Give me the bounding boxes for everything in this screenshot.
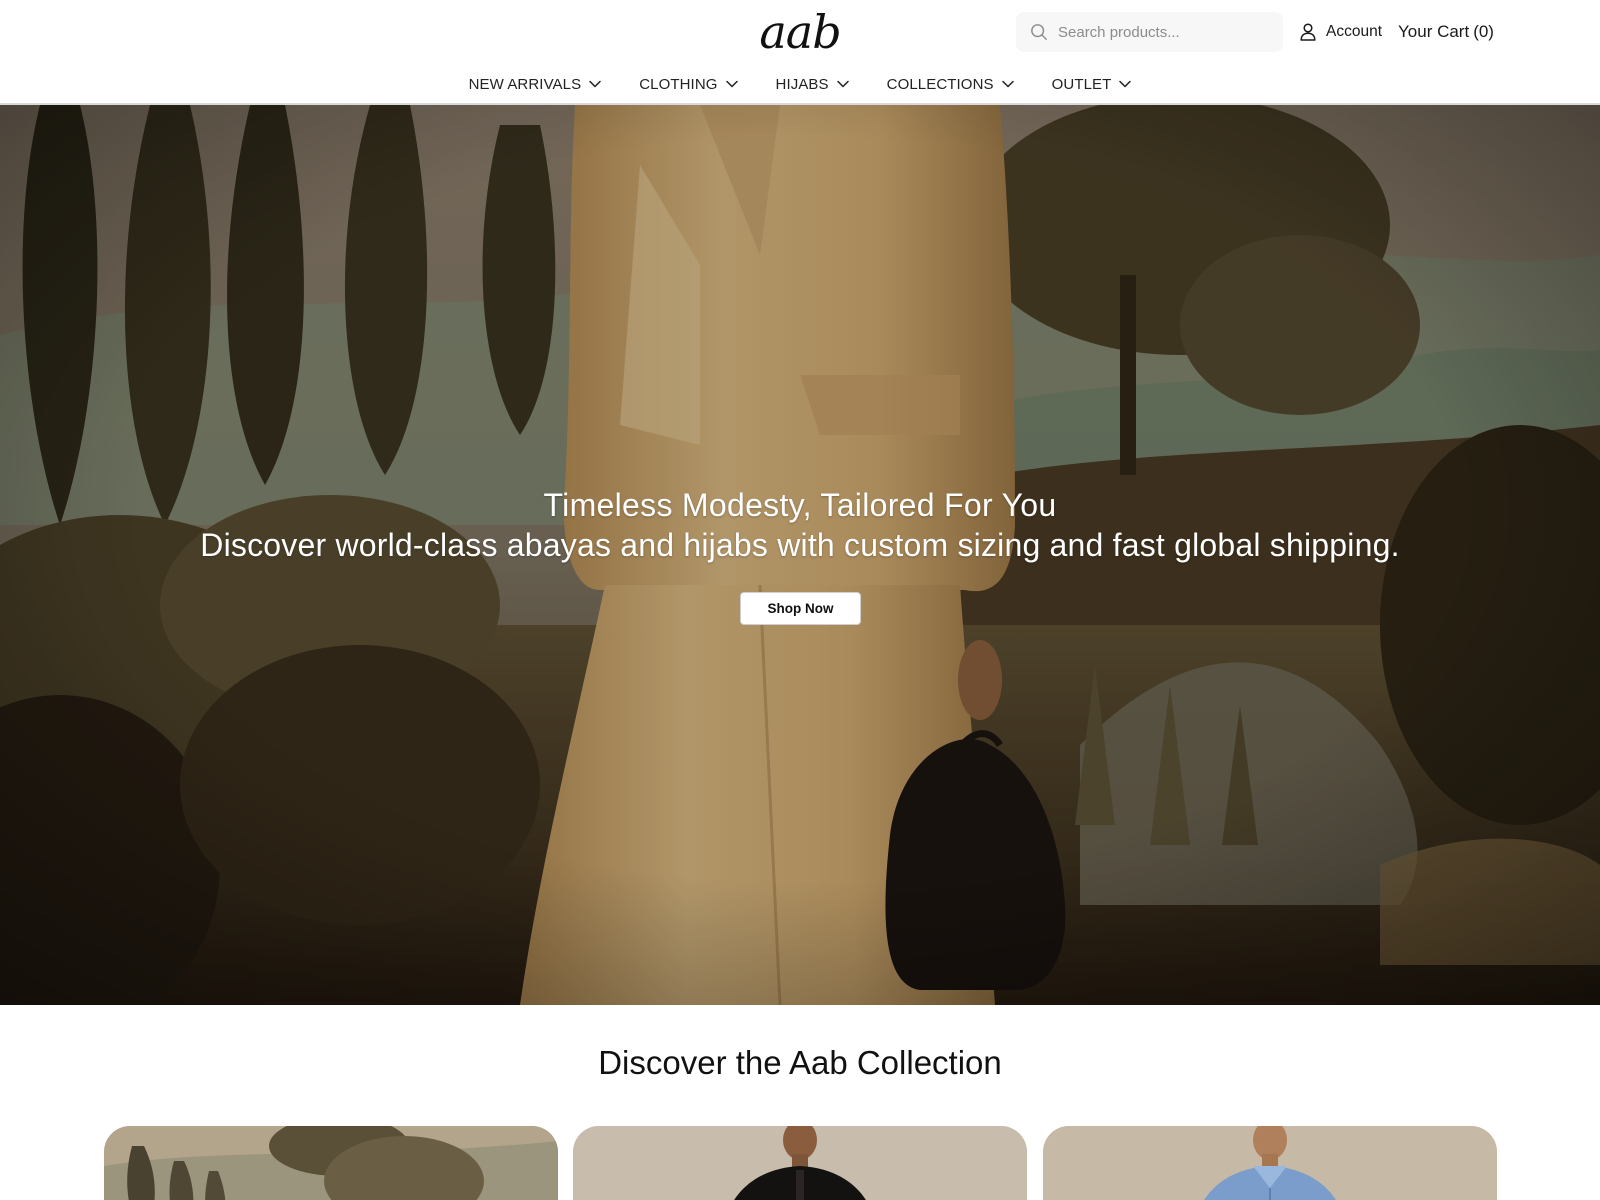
chevron-down-icon	[725, 80, 738, 88]
account-label[interactable]: Account	[1326, 23, 1382, 41]
nav-item-label[interactable]: OUTLET	[1052, 76, 1112, 93]
search-input[interactable]	[1058, 23, 1268, 41]
shop-now-button[interactable]: Shop Now	[740, 592, 861, 625]
nav-item-new-arrivals[interactable]: NEW ARRIVALS	[469, 68, 602, 100]
collection-card[interactable]	[1043, 1126, 1497, 1200]
chevron-down-icon	[836, 80, 849, 88]
main-nav: NEW ARRIVALS CLOTHING HIJABS COLLECTIONS…	[0, 68, 1600, 100]
account-link[interactable]: Account	[1300, 18, 1382, 46]
brand-logo-text[interactable]: aab	[759, 9, 841, 55]
collection-title: Discover the Aab Collection	[598, 1044, 1002, 1081]
chevron-down-icon	[589, 80, 601, 88]
chevron-down-icon	[1001, 80, 1014, 88]
collection-card[interactable]	[104, 1126, 558, 1200]
site-header: aab Account Your Cart (0) NEW ARRIVALS C…	[0, 0, 1600, 105]
collection-card[interactable]	[573, 1126, 1027, 1200]
user-icon	[1300, 23, 1316, 41]
nav-item-label[interactable]: COLLECTIONS	[887, 76, 994, 93]
collection-card-image	[1043, 1126, 1497, 1200]
hero-subtitle: Discover world-class abayas and hijabs w…	[200, 527, 1400, 563]
hero-title: Timeless Modesty, Tailored For You	[543, 487, 1057, 523]
nav-item-label[interactable]: CLOTHING	[639, 76, 717, 93]
cart-label[interactable]: Your Cart	[1398, 22, 1469, 42]
nav-item-collections[interactable]: COLLECTIONS	[887, 68, 1014, 100]
nav-item-clothing[interactable]: CLOTHING	[639, 68, 738, 100]
search-box[interactable]	[1016, 12, 1283, 52]
search-icon	[1031, 24, 1047, 40]
cart-count[interactable]: (0)	[1473, 22, 1494, 42]
chevron-down-icon	[1119, 80, 1132, 88]
collection-card-image	[104, 1126, 558, 1200]
nav-item-outlet[interactable]: OUTLET	[1052, 68, 1132, 100]
brand-logo[interactable]: aab	[740, 4, 860, 60]
nav-item-label[interactable]: HIJABS	[776, 76, 829, 93]
cart-link[interactable]: Your Cart (0)	[1398, 18, 1494, 46]
collection-card-image	[573, 1126, 1027, 1200]
nav-item-label[interactable]: NEW ARRIVALS	[469, 76, 582, 93]
hero-banner: Timeless Modesty, Tailored For You Disco…	[0, 105, 1600, 1005]
nav-item-hijabs[interactable]: HIJABS	[776, 68, 849, 100]
